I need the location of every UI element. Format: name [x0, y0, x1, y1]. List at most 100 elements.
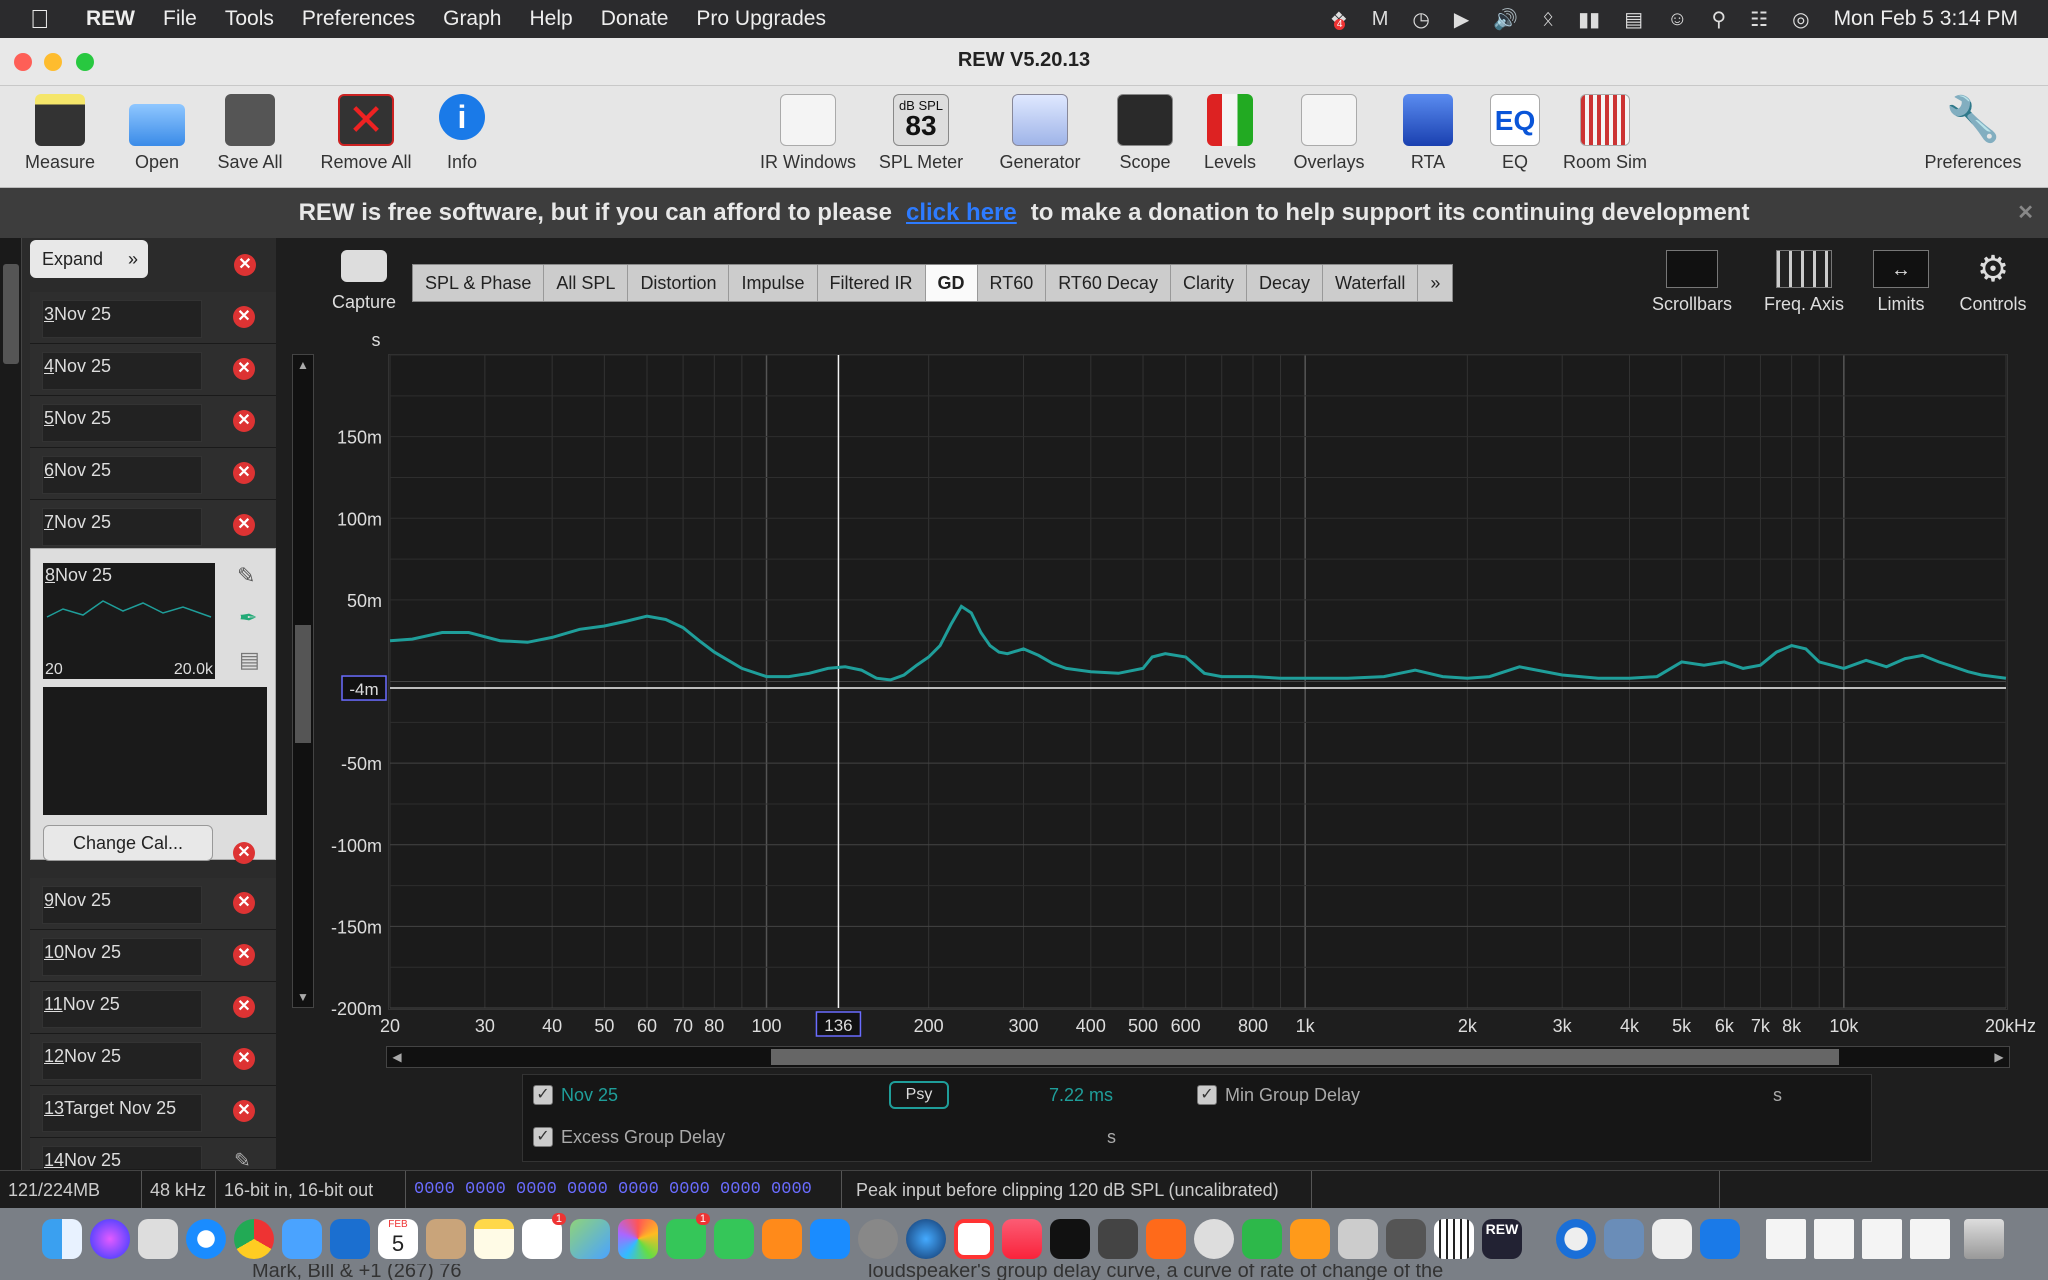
reminders-icon[interactable]: 1: [522, 1213, 566, 1259]
calculator-icon[interactable]: [1386, 1219, 1426, 1259]
measurement-name: Target Nov 25: [64, 1098, 177, 1118]
books-icon[interactable]: [762, 1219, 802, 1259]
apple-tv-icon[interactable]: [1050, 1219, 1090, 1259]
smoothing-badge[interactable]: Psy: [889, 1081, 949, 1109]
photos-icon[interactable]: [618, 1219, 658, 1259]
x-tick-label: 10k: [1829, 1016, 1859, 1036]
x-tick-label: 20: [380, 1016, 400, 1036]
y-tick-label: 100m: [337, 509, 382, 529]
x-tick-label: 20kHz: [1985, 1016, 2036, 1036]
x-tick-label: 80: [704, 1016, 724, 1036]
measurement-item-14[interactable]: 14Nov 25 ✎: [30, 1138, 276, 1170]
scroll-left-arrow-icon[interactable]: ◀: [387, 1047, 407, 1067]
calendar-month: FEB: [388, 1219, 408, 1230]
edit-measurement-icon[interactable]: ✎: [234, 1148, 251, 1169]
trace-legend: ✓ Nov 25 Psy 7.22 ms ✓ Min Group Delay s…: [522, 1074, 1872, 1162]
measurement-item-13[interactable]: 13Target Nov 25 ✕: [30, 1086, 276, 1138]
recent-document-3-icon[interactable]: [1862, 1219, 1902, 1259]
news-icon[interactable]: [954, 1219, 994, 1259]
min-group-delay-label: Min Group Delay: [1225, 1085, 1361, 1105]
legend-trace-name: Nov 25: [561, 1085, 619, 1105]
rew-dock-icon[interactable]: REW: [1482, 1219, 1522, 1259]
numbers-icon[interactable]: [1242, 1219, 1282, 1259]
screen-sharing-icon[interactable]: [1604, 1219, 1644, 1259]
mail-icon[interactable]: [282, 1219, 322, 1259]
legend-cursor-value: 7.22 ms: [1049, 1085, 1114, 1105]
y-tick-label: -100m: [331, 836, 382, 856]
y-tick-label: 150m: [337, 428, 382, 448]
measurement-item-12[interactable]: 12Nov 25 ✕: [30, 1034, 276, 1086]
background-text-left: Mark, Bill & +1 (267) 76: [252, 1264, 462, 1280]
measurement-name: Nov 25: [64, 1046, 122, 1066]
x-tick-label: 4k: [1620, 1016, 1640, 1036]
x-tick-label: 6k: [1715, 1016, 1735, 1036]
disk-utility-icon[interactable]: [1194, 1219, 1234, 1259]
x-tick-label: 3k: [1553, 1016, 1573, 1036]
excess-group-delay-label: Excess Group Delay: [561, 1127, 726, 1147]
x-tick-label: 100: [751, 1016, 781, 1036]
min-group-delay-unit: s: [1773, 1085, 1782, 1105]
graph-horizontal-scrollbar[interactable]: ◀ ▶: [386, 1046, 2010, 1068]
bit-depth: 16-bit in, 16-bit out: [216, 1171, 406, 1209]
chrome-icon[interactable]: [234, 1219, 274, 1259]
system-settings-icon[interactable]: [858, 1219, 898, 1259]
recent-document-4-icon[interactable]: [1910, 1219, 1950, 1259]
notes-dock-icon[interactable]: [474, 1219, 514, 1259]
x-tick-label: 30: [475, 1016, 495, 1036]
x-tick-label: 800: [1238, 1016, 1268, 1036]
recent-document-2-icon[interactable]: [1814, 1219, 1854, 1259]
trash-icon[interactable]: [1964, 1219, 2004, 1259]
min-group-delay-checkbox[interactable]: ✓: [1197, 1085, 1217, 1105]
app-store-icon[interactable]: [810, 1219, 850, 1259]
y-tick-label: -150m: [331, 917, 382, 937]
pages-icon[interactable]: [1290, 1219, 1330, 1259]
measurement-number: 14: [44, 1150, 65, 1170]
maps-icon[interactable]: [570, 1219, 610, 1259]
contacts-icon[interactable]: [426, 1219, 466, 1259]
preview-icon[interactable]: [1652, 1219, 1692, 1259]
sample-rate: 48 kHz: [142, 1171, 216, 1209]
x-tick-label: 1k: [1296, 1016, 1316, 1036]
excess-group-delay-checkbox[interactable]: ✓: [533, 1127, 553, 1147]
x-tick-label: 2k: [1458, 1016, 1478, 1036]
memory-usage: 121/224MB: [0, 1171, 142, 1209]
calendar-icon[interactable]: FEB 5: [378, 1219, 418, 1259]
finder-icon[interactable]: [42, 1219, 82, 1259]
safari-icon[interactable]: [186, 1219, 226, 1259]
remove-measurement-icon[interactable]: ✕: [233, 1100, 255, 1122]
series-line-nov-25: [389, 604, 2007, 682]
piano-icon[interactable]: [1434, 1219, 1474, 1259]
x-tick-label: 500: [1128, 1016, 1158, 1036]
outlook-icon[interactable]: [330, 1219, 370, 1259]
status-bar: 121/224MB 48 kHz 16-bit in, 16-bit out 0…: [0, 1170, 2048, 1209]
launchpad-icon[interactable]: [138, 1219, 178, 1259]
x-tick-label: 200: [914, 1016, 944, 1036]
x-tick-label: 5k: [1672, 1016, 1692, 1036]
trace-visibility-checkbox[interactable]: ✓: [533, 1085, 553, 1105]
remove-measurement-icon[interactable]: ✕: [233, 1048, 255, 1070]
background-text-right: loudspeaker's group delay curve, a curve…: [868, 1264, 1444, 1280]
x-tick-label: 40: [542, 1016, 562, 1036]
reminders-badge: 1: [551, 1213, 566, 1225]
measurement-name: Nov 25: [64, 1150, 122, 1170]
zoom-z-icon[interactable]: [1146, 1219, 1186, 1259]
xcode-tools-icon[interactable]: [1700, 1219, 1740, 1259]
siri-dock-icon[interactable]: [90, 1219, 130, 1259]
background-window-text: Mark, Bill & +1 (267) 76 loudspeaker's g…: [0, 1264, 2048, 1280]
recent-document-1-icon[interactable]: [1766, 1219, 1806, 1259]
browser-globe-icon[interactable]: [906, 1219, 946, 1259]
cursor-y-readout: -4m: [349, 680, 378, 699]
music-icon[interactable]: [1002, 1219, 1042, 1259]
scroll-right-arrow-icon[interactable]: ▶: [1989, 1047, 2009, 1067]
facetime-icon[interactable]: [714, 1219, 754, 1259]
messages-icon[interactable]: 1: [666, 1213, 710, 1259]
y-tick-label: -200m: [331, 999, 382, 1019]
x-tick-label: 50: [594, 1016, 614, 1036]
y-tick-label: -50m: [341, 754, 382, 774]
quicktime-icon[interactable]: [1556, 1219, 1596, 1259]
x-tick-label: 300: [1008, 1016, 1038, 1036]
horizontal-scroll-thumb[interactable]: [771, 1049, 1839, 1065]
archive-icon[interactable]: [1338, 1219, 1378, 1259]
group-delay-chart[interactable]: 150m 100m 50m -50m -100m -150m -200m s 20 30 40 50 6…: [0, 0, 2048, 1040]
keychain-icon[interactable]: [1098, 1219, 1138, 1259]
